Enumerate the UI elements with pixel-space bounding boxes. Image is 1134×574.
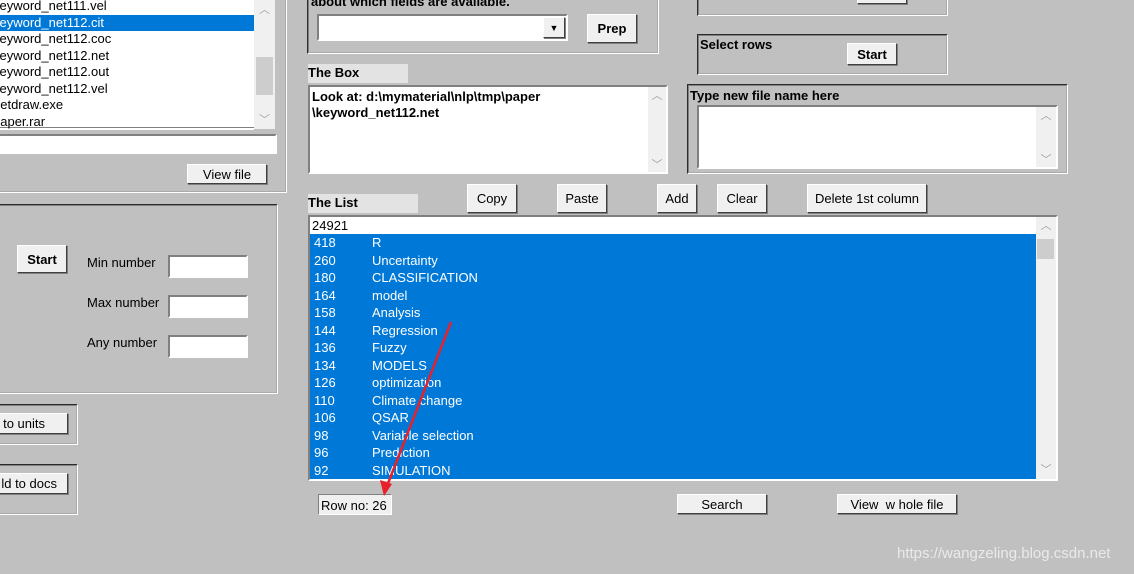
- arrow-head: [380, 480, 392, 496]
- red-arrow-annotation: [380, 321, 453, 496]
- arrow-line: [385, 321, 453, 487]
